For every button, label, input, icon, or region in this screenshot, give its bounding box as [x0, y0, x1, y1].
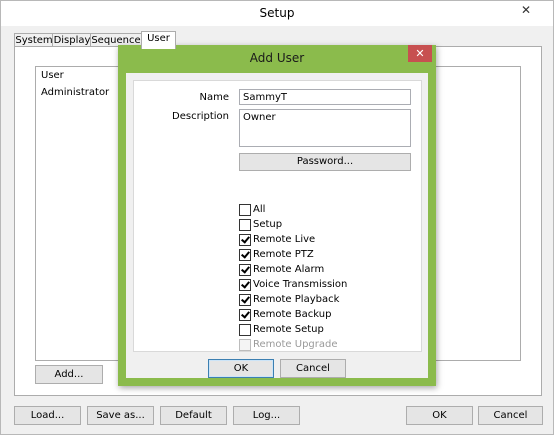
permission-label: Remote Upgrade	[253, 339, 338, 350]
window-title: Setup	[259, 6, 295, 20]
password-button[interactable]: Password...	[239, 153, 411, 171]
dialog-ok-button[interactable]: OK	[208, 359, 274, 378]
description-field[interactable]: Owner	[239, 109, 411, 147]
close-icon[interactable]: ✕	[519, 3, 533, 17]
name-field[interactable]: SammyT	[239, 89, 411, 105]
name-label: Name	[199, 92, 229, 103]
add-user-dialog: Add User ✕ Name SammyT Description Owner…	[118, 45, 436, 386]
setup-checkbox[interactable]	[239, 219, 251, 231]
permission-label: Remote Playback	[253, 294, 340, 305]
remote-playback-checkbox[interactable]	[239, 294, 251, 306]
remote-upgrade-checkbox	[239, 339, 251, 351]
log-button[interactable]: Log...	[233, 406, 300, 425]
permission-label: Remote Alarm	[253, 264, 325, 275]
tab-user[interactable]: User	[141, 31, 176, 49]
remote-alarm-checkbox[interactable]	[239, 264, 251, 276]
dialog-body: Name SammyT Description Owner Password..…	[126, 73, 428, 378]
permission-label: All	[253, 204, 266, 215]
voice-transmission-checkbox[interactable]	[239, 279, 251, 291]
dialog-close-icon[interactable]: ✕	[408, 45, 432, 62]
remote-backup-checkbox[interactable]	[239, 309, 251, 321]
permission-label: Remote Backup	[253, 309, 332, 320]
dialog-title: Add User	[249, 51, 305, 65]
permission-label: Voice Transmission	[253, 279, 348, 290]
list-item[interactable]: Administrator	[41, 87, 109, 98]
save-as-button[interactable]: Save as...	[87, 406, 154, 425]
cancel-button[interactable]: Cancel	[478, 406, 543, 425]
remote-setup-checkbox[interactable]	[239, 324, 251, 336]
dialog-cancel-button[interactable]: Cancel	[280, 359, 346, 378]
permission-label: Remote Live	[253, 234, 316, 245]
all-checkbox[interactable]	[239, 204, 251, 216]
title-bar: Setup ✕	[1, 1, 553, 26]
permission-label: Setup	[253, 219, 283, 230]
ok-button[interactable]: OK	[406, 406, 473, 425]
remote-ptz-checkbox[interactable]	[239, 249, 251, 261]
default-button[interactable]: Default	[160, 406, 227, 425]
description-label: Description	[172, 111, 229, 122]
user-form: Name SammyT Description Owner Password..…	[133, 80, 422, 352]
add-user-button[interactable]: Add...	[35, 365, 103, 384]
permission-label: Remote PTZ	[253, 249, 314, 260]
load-button[interactable]: Load...	[14, 406, 81, 425]
remote-live-checkbox[interactable]	[239, 234, 251, 246]
permission-label: Remote Setup	[253, 324, 324, 335]
user-column-header: User	[41, 70, 64, 81]
